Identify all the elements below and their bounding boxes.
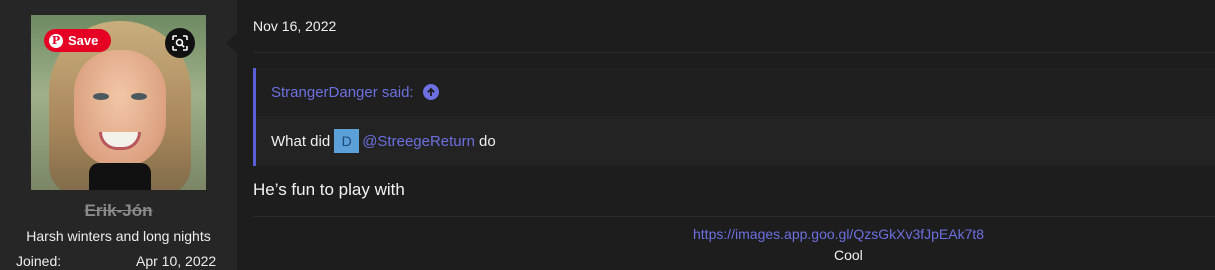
quote-author-link[interactable]: StrangerDanger said: [271, 84, 414, 101]
quote-text-suffix: do [479, 132, 496, 150]
divider [253, 216, 1215, 217]
mention-link[interactable]: @StreegeReturn [362, 133, 475, 150]
pinterest-icon: P [49, 33, 63, 48]
username-link[interactable]: Erik-Jón [0, 201, 237, 221]
post-date[interactable]: Nov 16, 2022 [253, 18, 336, 34]
pinterest-save-button[interactable]: P Save [44, 29, 111, 52]
user-title: Harsh winters and long nights [26, 228, 211, 244]
quote-jump-button[interactable] [422, 84, 439, 100]
user-sidebar: P Save Erik-Jón Harsh winters and long n… [0, 0, 237, 270]
joined-value: Apr 10, 2022 [136, 253, 217, 269]
joined-label: Joined: [16, 253, 62, 269]
visual-search-icon [172, 35, 188, 51]
divider [253, 52, 1215, 53]
arrow-up-circle-icon [426, 87, 435, 96]
visual-search-button[interactable] [165, 28, 195, 58]
quote-body: What did D @StreegeReturn do [256, 116, 1215, 166]
quote-block: StrangerDanger said: What did D @Streege… [253, 68, 1215, 166]
quote-text-prefix: What did [271, 132, 331, 150]
message-arrow [226, 32, 238, 54]
quote-header: StrangerDanger said: [256, 68, 1215, 116]
mention-avatar: D [334, 129, 360, 153]
pinterest-save-label: Save [68, 33, 99, 48]
link-caption: Cool [834, 247, 863, 263]
external-link[interactable]: https://images.app.goo.gl/QzsGkXv3fJpEAk… [693, 226, 984, 242]
post-body: He’s fun to play with [253, 180, 405, 199]
